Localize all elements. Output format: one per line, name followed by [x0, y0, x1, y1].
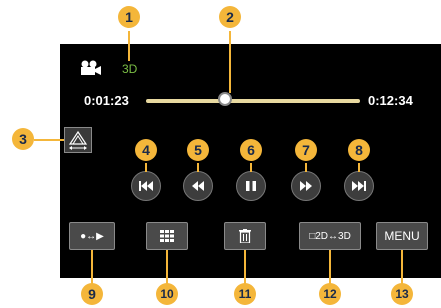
- seek-bar[interactable]: [146, 99, 360, 103]
- callout-6: 6: [240, 139, 262, 161]
- callout-11: 11: [234, 283, 256, 305]
- pause-button[interactable]: [236, 171, 266, 201]
- rewind-icon: [192, 181, 204, 191]
- mode-switch-button[interactable]: ●↔▶: [69, 222, 115, 250]
- callout-leader-5: [197, 163, 199, 172]
- skip-next-icon: [352, 181, 366, 191]
- callout-3: 3: [12, 128, 34, 150]
- movie-camera-icon: [81, 60, 101, 75]
- grid-index-icon: [160, 230, 174, 242]
- callout-leader-4: [145, 163, 147, 172]
- index-button[interactable]: [146, 222, 188, 250]
- callout-leader-3: [34, 139, 64, 141]
- mode-3d-indicator: 3D: [122, 62, 138, 76]
- callout-leader-8: [358, 163, 360, 172]
- pause-icon: [246, 181, 256, 191]
- skip-previous-icon: [139, 181, 153, 191]
- callout-leader-6: [250, 163, 252, 172]
- parallax-adjust-button[interactable]: [64, 127, 92, 153]
- callout-leader-9: [91, 250, 93, 286]
- callout-12: 12: [319, 283, 341, 305]
- callout-leader-12: [329, 250, 331, 286]
- skip-previous-button[interactable]: [131, 171, 161, 201]
- callout-5: 5: [187, 139, 209, 161]
- fast-forward-button[interactable]: [291, 171, 321, 201]
- callout-9: 9: [81, 283, 103, 305]
- skip-next-button[interactable]: [344, 171, 374, 201]
- rewind-button[interactable]: [183, 171, 213, 201]
- 2d-3d-toggle-button[interactable]: □2D↔3D: [299, 222, 361, 250]
- callout-leader-11: [244, 250, 246, 286]
- callout-leader-13: [401, 250, 403, 286]
- elapsed-time: 0:01:23: [84, 93, 129, 108]
- menu-button[interactable]: MENU: [376, 222, 428, 250]
- callout-10: 10: [156, 283, 178, 305]
- callout-13: 13: [391, 283, 413, 305]
- callout-leader-7: [305, 163, 307, 172]
- callout-leader-1: [128, 31, 130, 61]
- delete-button[interactable]: [224, 222, 266, 250]
- parallax-icon: [68, 130, 88, 150]
- callout-2: 2: [219, 6, 241, 28]
- trash-icon: [239, 229, 251, 243]
- total-time: 0:12:34: [368, 93, 413, 108]
- callout-leader-10: [166, 250, 168, 286]
- callout-8: 8: [348, 139, 370, 161]
- callout-4: 4: [135, 139, 157, 161]
- callout-leader-2: [229, 31, 231, 93]
- callout-7: 7: [295, 139, 317, 161]
- fast-forward-icon: [300, 181, 312, 191]
- callout-1: 1: [118, 6, 140, 28]
